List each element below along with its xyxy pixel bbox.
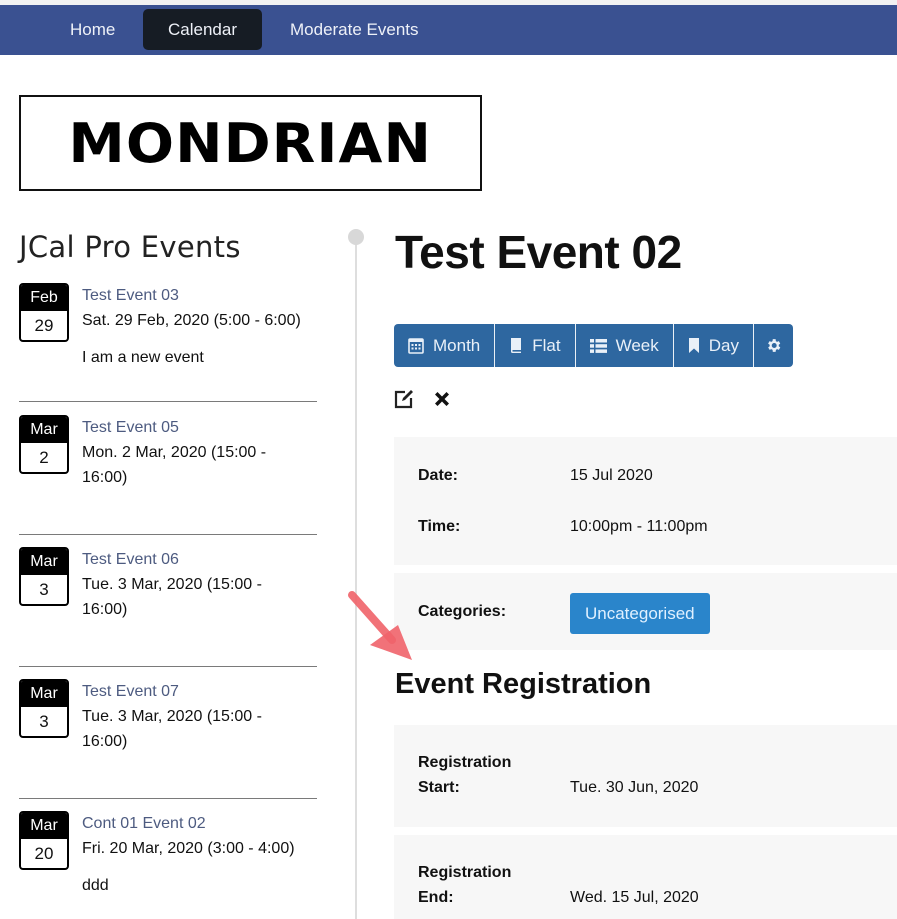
date-badge: Feb 29	[19, 283, 69, 342]
nav-item-calendar[interactable]: Calendar	[143, 9, 262, 50]
nav-item-home[interactable]: Home	[45, 9, 140, 50]
date-badge-day: 20	[34, 844, 54, 863]
registration-start-label: Registration Start:	[418, 750, 558, 800]
settings-button[interactable]	[753, 324, 793, 367]
gear-icon	[765, 337, 782, 354]
divider	[19, 401, 317, 402]
event-datetime: Mon. 2 Mar, 2020 (15:00 - 16:00)	[82, 444, 267, 486]
event-details-panel: Date: 15 Jul 2020 Time: 10:00pm - 11:00p…	[394, 437, 897, 565]
registration-end-panel: Registration End: Wed. 15 Jul, 2020	[394, 835, 897, 919]
event-title-link[interactable]: Test Event 06	[82, 547, 302, 572]
date-badge: Mar 3	[19, 547, 69, 606]
label-line-2: Start:	[418, 779, 460, 796]
date-badge-month: Mar	[21, 417, 67, 443]
date-value: 15 Jul 2020	[570, 467, 653, 484]
time-label: Time:	[418, 518, 461, 535]
date-badge: Mar 20	[19, 811, 69, 870]
event-title-link[interactable]: Test Event 07	[82, 679, 302, 704]
delete-icon[interactable]	[432, 389, 452, 409]
date-badge-day: 3	[39, 712, 49, 731]
date-badge-day: 2	[39, 448, 49, 467]
date-badge-month: Feb	[21, 285, 67, 311]
registration-start-panel: Registration Start: Tue. 30 Jun, 2020	[394, 725, 897, 827]
annotation-arrow-icon	[340, 585, 420, 670]
categories-label: Categories:	[418, 603, 507, 620]
view-button-group: Month Flat Week Day	[394, 324, 793, 367]
event-title-link[interactable]: Test Event 03	[82, 283, 322, 308]
date-badge-month: Mar	[21, 549, 67, 575]
nav-item-moderate-events[interactable]: Moderate Events	[265, 9, 444, 50]
date-badge-day: 3	[39, 580, 49, 599]
label-line-1: Registration	[418, 864, 512, 881]
view-month-button[interactable]: Month	[394, 324, 496, 367]
event-title-link[interactable]: Test Event 05	[82, 415, 302, 440]
registration-heading: Event Registration	[395, 668, 652, 700]
view-week-button[interactable]: Week	[575, 324, 674, 367]
date-badge-month: Mar	[21, 813, 67, 839]
event-description: I am a new event	[82, 349, 204, 366]
view-month-label: Month	[433, 335, 481, 355]
date-badge: Mar 2	[19, 415, 69, 474]
event-datetime: Fri. 20 Mar, 2020 (3:00 - 4:00)	[82, 840, 295, 857]
registration-end-value: Wed. 15 Jul, 2020	[570, 889, 699, 906]
label-line-2: End:	[418, 889, 454, 906]
divider	[19, 798, 317, 799]
edit-icon[interactable]	[394, 389, 414, 409]
event-datetime: Tue. 3 Mar, 2020 (15:00 - 16:00)	[82, 576, 262, 618]
event-datetime: Tue. 3 Mar, 2020 (15:00 - 16:00)	[82, 708, 262, 750]
site-logo[interactable]: MONDRIAN	[19, 95, 482, 191]
categories-panel: Categories: Uncategorised	[394, 573, 897, 650]
list-icon	[589, 338, 607, 354]
event-description: ddd	[82, 877, 109, 894]
bookmark-icon	[688, 337, 700, 354]
view-flat-label: Flat	[532, 335, 561, 355]
event-actions	[394, 389, 452, 409]
logo-text: MONDRIAN	[68, 111, 433, 175]
view-day-label: Day	[708, 335, 739, 355]
category-badge[interactable]: Uncategorised	[570, 593, 710, 634]
registration-start-value: Tue. 30 Jun, 2020	[570, 779, 699, 796]
book-icon	[509, 337, 523, 354]
calendar-icon	[408, 337, 424, 354]
time-value: 10:00pm - 11:00pm	[570, 518, 708, 535]
event-datetime: Sat. 29 Feb, 2020 (5:00 - 6:00)	[82, 312, 301, 329]
date-label: Date:	[418, 467, 459, 484]
view-week-label: Week	[615, 335, 659, 355]
divider	[19, 534, 317, 535]
timeline-dot	[348, 229, 364, 245]
label-line-1: Registration	[418, 754, 512, 771]
date-badge-month: Mar	[21, 681, 67, 707]
event-title-link[interactable]: Cont 01 Event 02	[82, 811, 322, 836]
view-flat-button[interactable]: Flat	[495, 324, 576, 367]
date-badge-day: 29	[34, 316, 54, 335]
registration-end-label: Registration End:	[418, 860, 558, 910]
view-day-button[interactable]: Day	[673, 324, 754, 367]
event-title: Test Event 02	[395, 226, 682, 278]
divider	[19, 666, 317, 667]
main-navbar: Home Calendar Moderate Events	[0, 5, 897, 55]
timeline-line	[355, 237, 357, 919]
date-badge: Mar 3	[19, 679, 69, 738]
sidebar-title: JCal Pro Events	[19, 230, 241, 264]
